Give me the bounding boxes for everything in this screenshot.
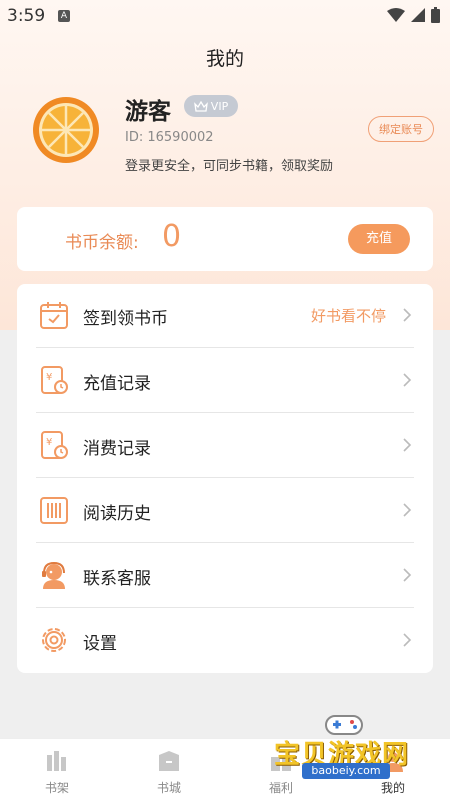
chevron-right-icon xyxy=(403,633,412,647)
tab-bookshelf[interactable]: 书架 xyxy=(27,739,87,799)
bookshelf-icon xyxy=(47,751,66,771)
divider xyxy=(36,542,414,543)
watermark-url: baobeiy.com xyxy=(302,763,390,779)
svg-text:¥: ¥ xyxy=(46,437,52,448)
book-history-icon xyxy=(40,497,68,524)
chevron-right-icon xyxy=(403,568,412,582)
orange-avatar-icon xyxy=(33,97,99,163)
crown-icon xyxy=(193,100,208,112)
consume-record-icon: ¥ xyxy=(41,431,68,459)
gear-icon xyxy=(42,628,66,652)
page-title: 我的 xyxy=(205,48,244,70)
divider xyxy=(36,412,414,413)
tab-label: 福利 xyxy=(268,781,293,795)
balance-card: 书币余额: 0 充值 xyxy=(17,207,433,271)
menu-item-label: 充值记录 xyxy=(83,374,151,394)
system-icons xyxy=(387,7,440,23)
menu-item-label: 签到领书币 xyxy=(83,309,168,329)
divider xyxy=(36,347,414,348)
vip-label: VIP xyxy=(210,99,229,113)
divider xyxy=(36,477,414,478)
menu-item-customer-service[interactable]: 联系客服 xyxy=(36,544,414,608)
vip-badge[interactable]: VIP xyxy=(184,95,238,117)
menu-item-reading-history[interactable]: 阅读历史 xyxy=(36,479,414,543)
tab-label: 我的 xyxy=(380,781,405,795)
menu-item-settings[interactable]: 设置 xyxy=(36,609,414,673)
tab-bookstore[interactable]: 书城 xyxy=(139,739,199,799)
menu-item-label: 联系客服 xyxy=(83,569,151,589)
menu-item-extra: 好书看不停 xyxy=(310,307,386,325)
svg-text:¥: ¥ xyxy=(46,372,52,383)
divider xyxy=(36,607,414,608)
recharge-record-icon: ¥ xyxy=(41,366,68,394)
login-tip: 登录更安全，可同步书籍，领取奖励 xyxy=(125,159,334,174)
signal-icon xyxy=(411,8,425,22)
chevron-right-icon xyxy=(403,373,412,387)
bind-account-button[interactable]: 绑定账号 xyxy=(368,116,434,142)
battery-icon xyxy=(431,7,440,23)
recharge-button[interactable]: 充值 xyxy=(348,224,410,254)
balance-label: 书币余额: xyxy=(65,233,139,253)
bookstore-icon xyxy=(159,751,179,771)
status-bar: 3:59 A xyxy=(0,0,450,32)
user-id: ID: 16590002 xyxy=(125,130,214,145)
menu-item-label: 消费记录 xyxy=(83,439,151,459)
gamepad-icon xyxy=(325,715,363,735)
notification-icon: A xyxy=(58,10,70,22)
menu-item-label: 阅读历史 xyxy=(83,504,151,524)
username: 游客 xyxy=(125,99,171,125)
tab-label: 书城 xyxy=(156,781,181,795)
chevron-right-icon xyxy=(403,308,412,322)
chevron-right-icon xyxy=(403,503,412,517)
customer-service-icon xyxy=(42,561,65,589)
menu-item-consume-record[interactable]: ¥ 消费记录 xyxy=(36,414,414,478)
menu-card: 签到领书币 好书看不停 ¥ 充值记录 ¥ 消费记录 阅读历史 联系客服 设置 xyxy=(17,284,433,673)
menu-item-label: 设置 xyxy=(83,634,117,654)
watermark: 宝贝游戏网 baobeiy.com xyxy=(272,710,422,780)
chevron-right-icon xyxy=(403,438,412,452)
wifi-icon xyxy=(387,8,405,22)
menu-item-recharge-record[interactable]: ¥ 充值记录 xyxy=(36,349,414,413)
balance-value: 0 xyxy=(162,219,182,254)
calendar-icon xyxy=(40,302,68,329)
menu-item-checkin[interactable]: 签到领书币 好书看不停 xyxy=(36,284,414,348)
tab-label: 书架 xyxy=(44,781,69,795)
status-time: 3:59 xyxy=(7,6,46,26)
avatar[interactable] xyxy=(32,96,100,164)
